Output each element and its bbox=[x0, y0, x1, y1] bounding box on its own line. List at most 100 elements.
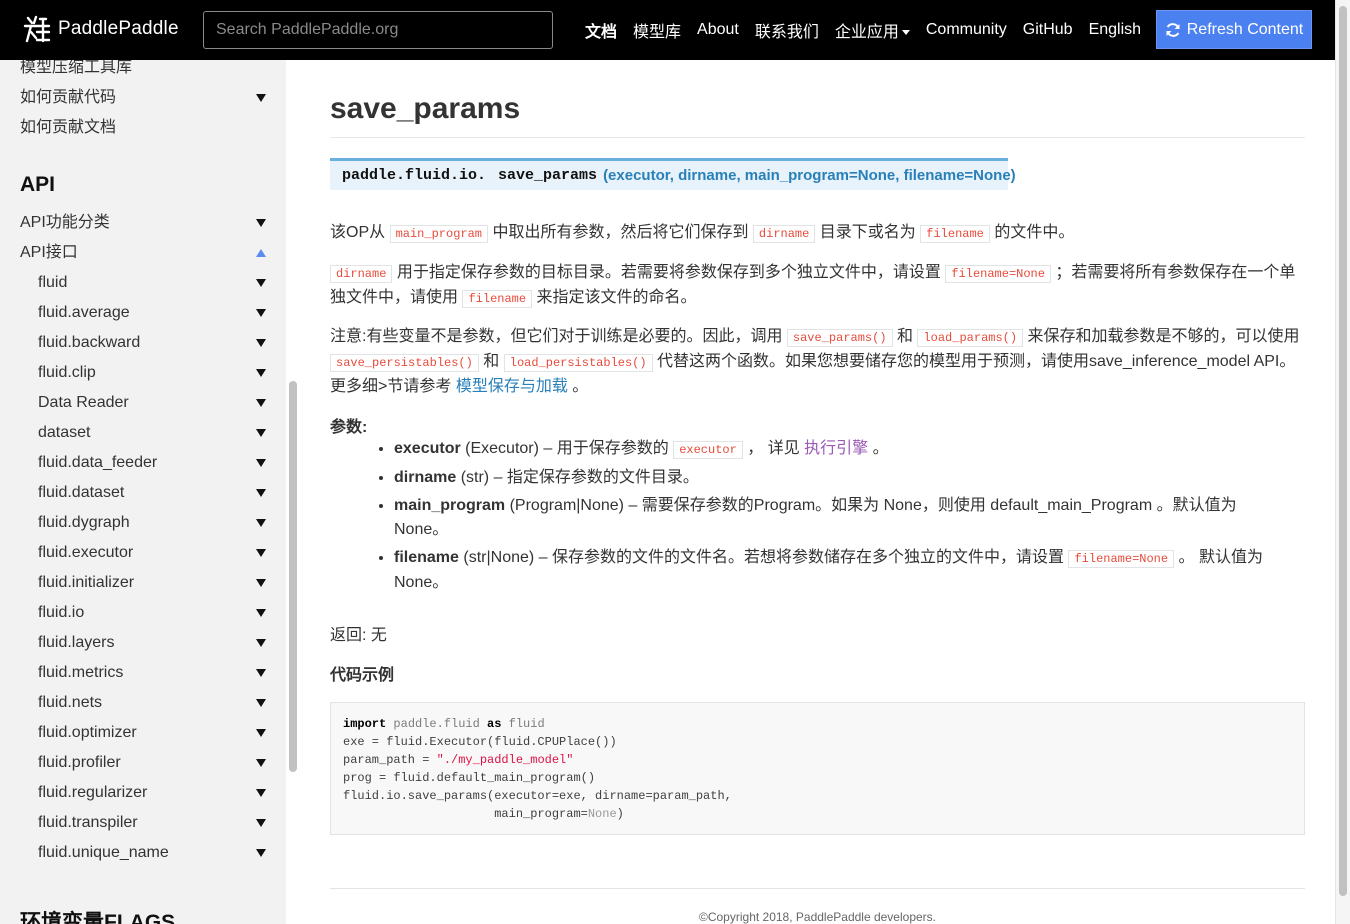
expand-icon[interactable] bbox=[256, 519, 266, 527]
sidebar-item-label: 如何贡献代码 bbox=[20, 89, 117, 106]
nav-community[interactable]: Community bbox=[926, 21, 1007, 39]
code-keyword: import bbox=[343, 717, 387, 731]
sidebar-item-label: fluid.metrics bbox=[38, 664, 124, 681]
code-line: prog = fluid.default_main_program() bbox=[343, 771, 596, 785]
code-line: exe = fluid.Executor(fluid.CPUPlace()) bbox=[343, 735, 617, 749]
param-item-dirname: dirname (str) – 指定保存参数的文件目录。 bbox=[394, 466, 1274, 490]
sidebar-item-fluid-initializer[interactable]: fluid.initializer bbox=[38, 572, 270, 594]
sidebar-heading-api: API bbox=[20, 173, 56, 196]
api-signature: paddle.fluid.io. save_params (executor, … bbox=[330, 158, 1016, 190]
top-navbar: PaddlePaddle 文档 模型库 About 联系我们 企业应用 Comm… bbox=[0, 0, 1335, 60]
sidebar-item-fluid[interactable]: fluid bbox=[38, 272, 270, 294]
page-scrollbar[interactable] bbox=[1335, 0, 1350, 924]
inline-code: filename bbox=[462, 290, 533, 308]
sidebar-item-label: 模型压缩工具库 bbox=[20, 60, 133, 76]
expand-icon[interactable] bbox=[256, 669, 266, 677]
expand-icon[interactable] bbox=[256, 729, 266, 737]
sidebar-item-fluid-unique-name[interactable]: fluid.unique_name bbox=[38, 842, 270, 864]
expand-icon[interactable] bbox=[256, 219, 266, 227]
sidebar-item-fluid-optimizer[interactable]: fluid.optimizer bbox=[38, 722, 270, 744]
expand-icon[interactable] bbox=[256, 609, 266, 617]
main-nav: 文档 模型库 About 联系我们 企业应用 Community GitHub … bbox=[577, 0, 1149, 60]
sidebar-item-fluid-dygraph[interactable]: fluid.dygraph bbox=[38, 512, 270, 534]
sidebar-item-fluid-io[interactable]: fluid.io bbox=[38, 602, 270, 624]
expand-icon[interactable] bbox=[256, 459, 266, 467]
sidebar-item-contribute-code[interactable]: 如何贡献代码 bbox=[20, 87, 270, 109]
params-list: executor (Executor) – 用于保存参数的 executor ，… bbox=[394, 437, 1274, 599]
nav-enterprise-dropdown[interactable]: 企业应用 bbox=[835, 18, 910, 42]
sidebar-item-fluid-clip[interactable]: fluid.clip bbox=[38, 362, 270, 384]
expand-icon[interactable] bbox=[256, 399, 266, 407]
search-input[interactable] bbox=[203, 11, 553, 49]
sidebar-item-api-interface[interactable]: API接口 bbox=[20, 242, 270, 264]
expand-icon[interactable] bbox=[256, 579, 266, 587]
text: 用于指定保存参数的目标目录。若需要将参数保存到多个独立文件中，请设置 bbox=[396, 264, 941, 281]
text: 和 bbox=[896, 328, 913, 345]
expand-icon[interactable] bbox=[256, 759, 266, 767]
code-block[interactable]: import paddle.fluid as fluid exe = fluid… bbox=[330, 702, 1305, 835]
nav-github[interactable]: GitHub bbox=[1023, 21, 1073, 39]
expand-icon[interactable] bbox=[256, 819, 266, 827]
sidebar-item-contribute-docs[interactable]: 如何贡献文档 bbox=[20, 117, 270, 139]
sidebar-item-label: fluid.profiler bbox=[38, 754, 121, 771]
sidebar-item-label: API接口 bbox=[20, 244, 78, 261]
sidebar-item-fluid-nets[interactable]: fluid.nets bbox=[38, 692, 270, 714]
sidebar-scrollbar[interactable] bbox=[289, 381, 297, 772]
expand-icon[interactable] bbox=[256, 549, 266, 557]
sidebar-item-model-compression[interactable]: 模型压缩工具库 bbox=[20, 60, 270, 79]
sidebar-item-fluid-executor[interactable]: fluid.executor bbox=[38, 542, 270, 564]
nav-model-zoo[interactable]: 模型库 bbox=[633, 18, 681, 42]
sidebar-item-fluid-average[interactable]: fluid.average bbox=[38, 302, 270, 324]
param-desc: (Executor) – 用于保存参数的 bbox=[465, 440, 669, 457]
sidebar-item-fluid-backward[interactable]: fluid.backward bbox=[38, 332, 270, 354]
inline-code: save_persistables() bbox=[330, 354, 479, 372]
code-line: main_program= bbox=[343, 807, 588, 821]
logo[interactable]: PaddlePaddle bbox=[22, 14, 179, 44]
code-example-heading: 代码示例 bbox=[330, 667, 395, 684]
page-scrollbar-thumb[interactable] bbox=[1339, 6, 1347, 896]
code-line: ) bbox=[616, 807, 624, 821]
nav-contact[interactable]: 联系我们 bbox=[755, 18, 819, 42]
nav-docs[interactable]: 文档 bbox=[585, 18, 617, 42]
expand-icon[interactable] bbox=[256, 309, 266, 317]
expand-icon[interactable] bbox=[256, 279, 266, 287]
nav-language[interactable]: English bbox=[1089, 21, 1141, 39]
sidebar-item-data-reader[interactable]: Data Reader bbox=[38, 392, 270, 414]
sidebar-item-label: fluid.io bbox=[38, 604, 85, 621]
sidebar-item-dataset[interactable]: dataset bbox=[38, 422, 270, 444]
code-constant: None bbox=[587, 807, 617, 821]
sidebar-item-api-categories[interactable]: API功能分类 bbox=[20, 212, 270, 234]
sidebar-item-label: fluid.executor bbox=[38, 544, 134, 561]
note-paragraph: 注意:有些变量不是参数，但它们对于训练是必要的。因此，调用 save_param… bbox=[330, 325, 1305, 399]
expand-icon[interactable] bbox=[256, 699, 266, 707]
text: 来保存和加载参数是不够的，可以使用 bbox=[1027, 328, 1300, 345]
sidebar-item-fluid-dataset[interactable]: fluid.dataset bbox=[38, 482, 270, 504]
collapse-icon[interactable] bbox=[256, 249, 266, 257]
executor-link[interactable]: 执行引擎 bbox=[804, 440, 868, 457]
model-save-load-link[interactable]: 模型保存与加载 bbox=[456, 378, 568, 395]
sidebar-item-fluid-layers[interactable]: fluid.layers bbox=[38, 632, 270, 654]
inline-code: executor bbox=[673, 441, 743, 459]
expand-icon[interactable] bbox=[256, 489, 266, 497]
sidebar-item-fluid-profiler[interactable]: fluid.profiler bbox=[38, 752, 270, 774]
sidebar-item-label: fluid bbox=[38, 274, 68, 291]
expand-icon[interactable] bbox=[256, 339, 266, 347]
sidebar-item-fluid-metrics[interactable]: fluid.metrics bbox=[38, 662, 270, 684]
sidebar-item-fluid-transpiler[interactable]: fluid.transpiler bbox=[38, 812, 270, 834]
sidebar-item-fluid-data-feeder[interactable]: fluid.data_feeder bbox=[38, 452, 270, 474]
expand-icon[interactable] bbox=[256, 369, 266, 377]
expand-icon[interactable] bbox=[256, 789, 266, 797]
refresh-content-button[interactable]: Refresh Content bbox=[1156, 10, 1312, 49]
sidebar-item-fluid-regularizer[interactable]: fluid.regularizer bbox=[38, 782, 270, 804]
text: 该OP从 bbox=[330, 224, 386, 241]
expand-icon[interactable] bbox=[256, 849, 266, 857]
code-module: paddle.fluid bbox=[393, 717, 480, 731]
nav-about[interactable]: About bbox=[697, 21, 739, 39]
sidebar-item-label: fluid.average bbox=[38, 304, 130, 321]
expand-icon[interactable] bbox=[256, 429, 266, 437]
caret-down-icon bbox=[901, 30, 910, 36]
footer-divider bbox=[330, 888, 1305, 889]
expand-icon[interactable] bbox=[256, 639, 266, 647]
sidebar-item-label: fluid.data_feeder bbox=[38, 454, 158, 471]
expand-icon[interactable] bbox=[256, 94, 266, 102]
